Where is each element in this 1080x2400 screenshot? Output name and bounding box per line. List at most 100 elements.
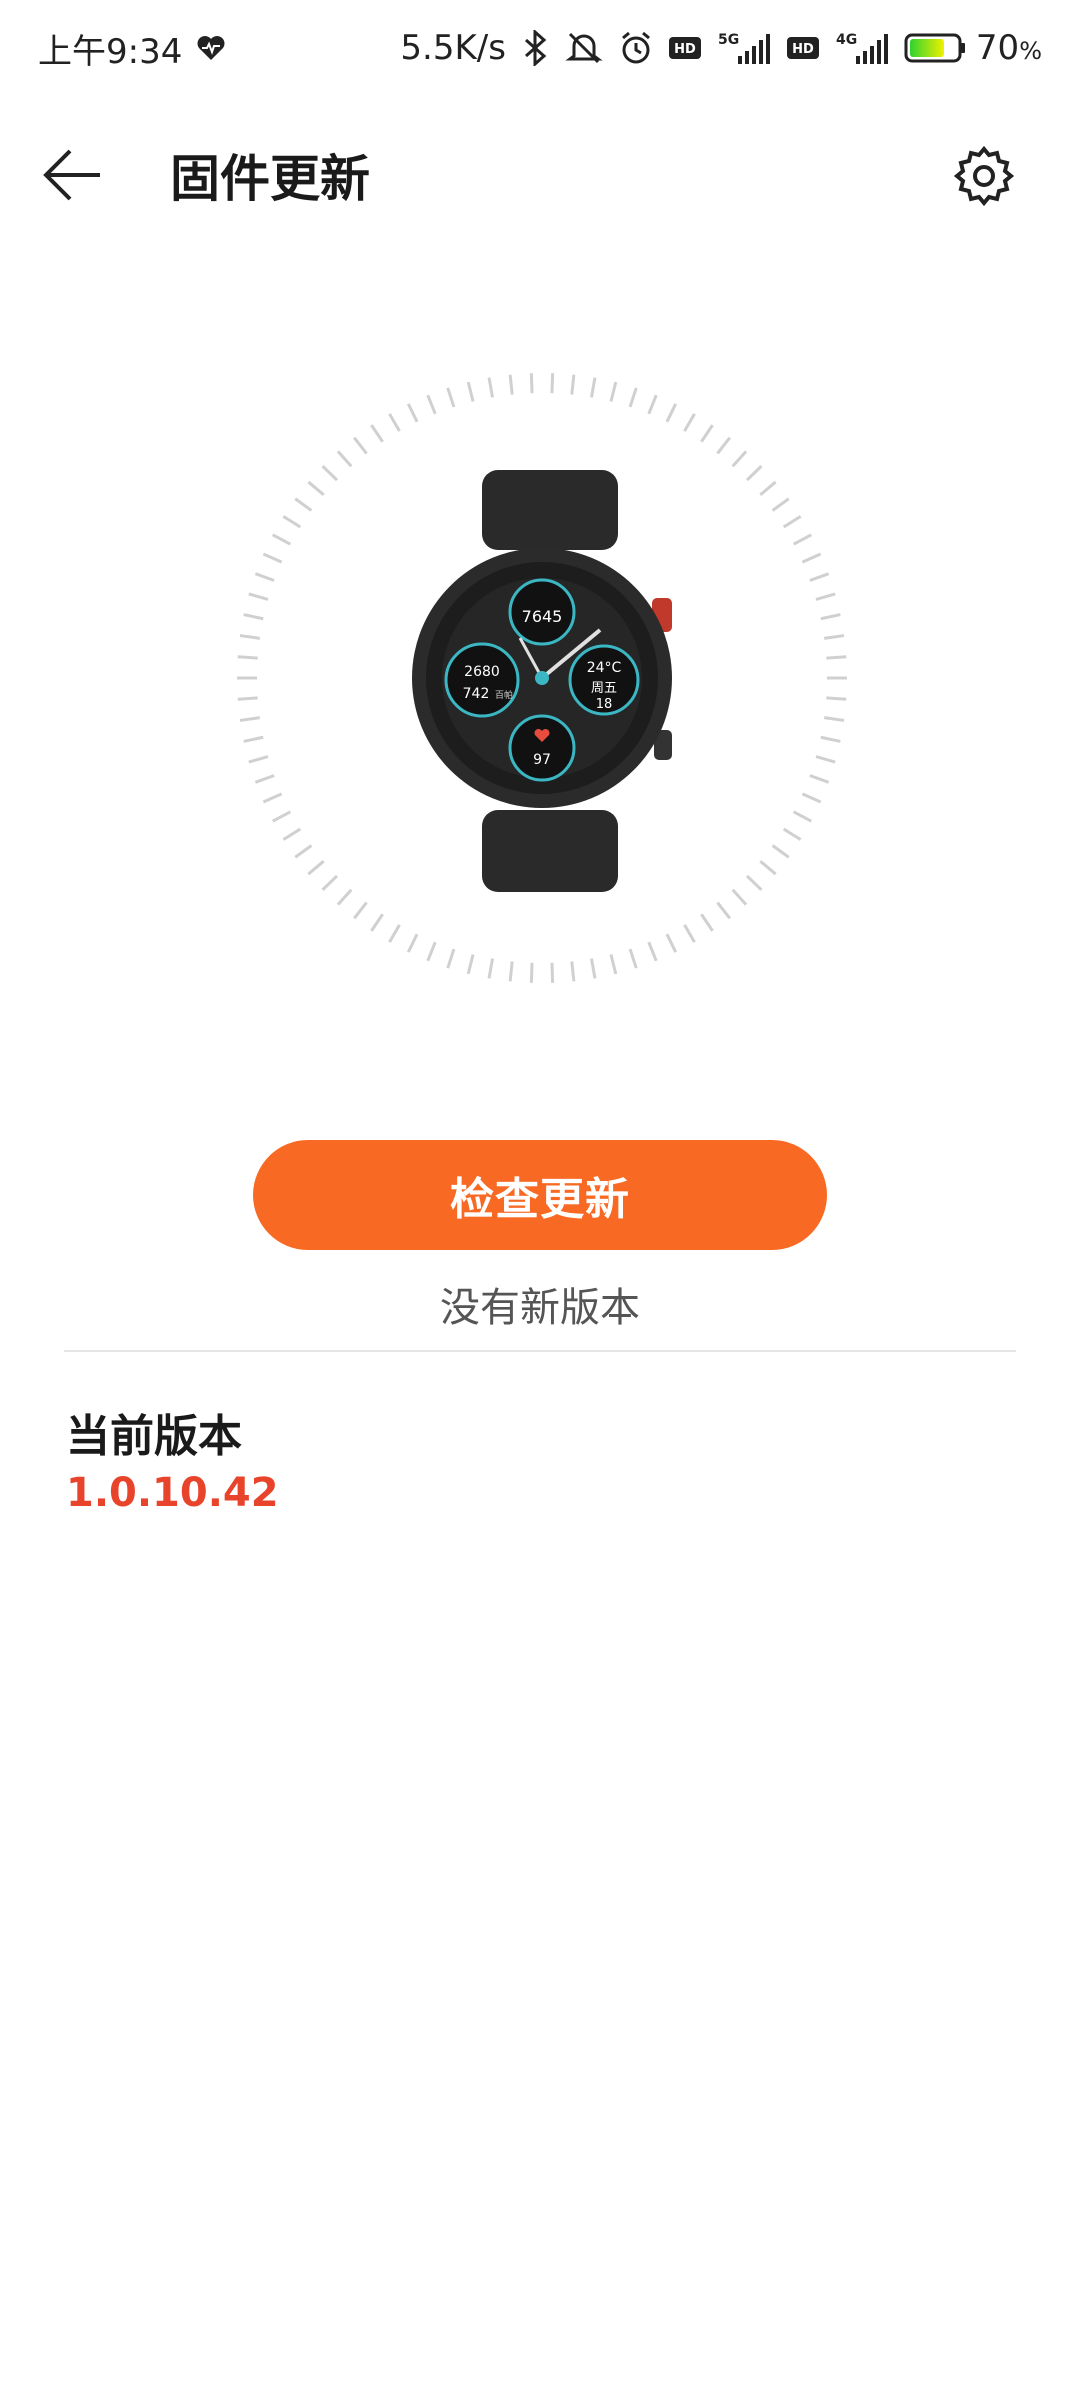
ring-tick (243, 613, 264, 621)
ring-tick (388, 413, 401, 432)
ring-tick (792, 810, 813, 823)
ring-tick (508, 961, 514, 982)
ring-tick (307, 480, 325, 496)
ring-tick (590, 377, 597, 398)
ring-tick (282, 515, 302, 529)
ring-tick (826, 655, 847, 660)
settings-button[interactable] (944, 136, 1024, 216)
watch-temperature: 24°C (587, 660, 622, 676)
battery-icon (904, 33, 965, 63)
arrow-left-icon (43, 149, 100, 201)
signal-5g-icon: 5G (716, 30, 772, 66)
current-version-value: 1.0.10.42 (66, 1470, 279, 1516)
ring-tick (466, 954, 475, 975)
watch-distance-unit: 百帕 (495, 689, 513, 701)
ring-tick (759, 480, 777, 496)
ring-tick (628, 387, 638, 408)
divider (64, 1350, 1016, 1352)
ring-tick (824, 716, 845, 722)
ring-tick (820, 735, 841, 743)
bluetooth-icon (520, 30, 550, 66)
watch-heart-rate: 97 (533, 752, 551, 768)
firmware-update-screen: 上午9:34 5.5K/s HD 5G HD 4G 70% 固件更新 7645 … (0, 0, 1080, 2400)
ring-tick (237, 696, 258, 701)
ring-tick (243, 735, 264, 743)
hd-icon: HD (668, 36, 702, 60)
ring-tick (782, 515, 802, 529)
ring-tick (294, 844, 313, 859)
ring-tick (771, 497, 790, 512)
ring-tick (321, 465, 339, 482)
back-button[interactable] (40, 120, 150, 230)
ring-tick (487, 377, 494, 398)
page-title: 固件更新 (170, 150, 370, 208)
gear-icon (953, 145, 1015, 207)
ring-tick (700, 913, 714, 932)
status-left: 上午9:34 (38, 24, 226, 73)
signal-4g-label: 4G (836, 32, 857, 48)
ring-tick (307, 860, 325, 876)
ring-tick (809, 572, 830, 582)
ring-tick (826, 696, 847, 701)
heart-rate-icon (196, 34, 226, 62)
update-status: 没有新版本 (440, 1285, 640, 1331)
watch-steps: 7645 (522, 607, 563, 626)
ring-tick (647, 941, 658, 962)
battery-unit: % (1019, 37, 1042, 65)
ring-tick (254, 774, 275, 784)
ring-tick (809, 774, 830, 784)
ring-tick (820, 613, 841, 621)
ring-tick (248, 755, 269, 764)
watch-illustration: 7645 2680 742 百帕 24°C 周五 18 97 (220, 360, 860, 1000)
ring-tick (745, 465, 763, 482)
ring-tick (248, 592, 269, 601)
ring-tick (406, 933, 419, 953)
ring-tick (731, 450, 748, 468)
ring-tick (550, 373, 555, 394)
ring-tick (745, 874, 763, 891)
ring-tick (731, 888, 748, 906)
current-version-label: 当前版本 (66, 1411, 242, 1462)
status-bar: 上午9:34 5.5K/s HD 5G HD 4G 70% (0, 0, 1080, 96)
ring-tick (801, 792, 822, 804)
watch-weekday: 周五 (591, 681, 617, 696)
ring-tick (406, 403, 419, 423)
ring-tick (237, 655, 258, 660)
hd-icon-2: HD (786, 36, 820, 60)
ring-tick (550, 962, 555, 983)
ring-tick (353, 901, 368, 920)
ring-tick (271, 533, 292, 546)
ring-tick (815, 592, 836, 601)
mute-icon (564, 30, 604, 66)
battery-value: 70 (975, 28, 1020, 68)
hd-text: HD (674, 42, 696, 57)
ring-tick (590, 958, 597, 979)
ring-tick (388, 924, 401, 943)
check-update-button[interactable]: 检查更新 (253, 1140, 827, 1250)
ring-tick (792, 533, 813, 546)
ring-tick (665, 933, 678, 953)
ring-tick (239, 634, 260, 640)
app-bar: 固件更新 (0, 120, 1080, 230)
watch-calories: 2680 (464, 664, 500, 680)
ring-tick (254, 572, 275, 582)
ring-tick (353, 436, 368, 455)
ring-tick (336, 888, 353, 906)
ring-tick (446, 948, 456, 969)
ring-tick (647, 394, 658, 415)
alarm-icon (618, 30, 654, 66)
ring-tick (262, 552, 283, 564)
ring-tick (321, 874, 339, 891)
watch-distance: 742 (463, 686, 490, 702)
status-right: 5.5K/s HD 5G HD 4G 70% (400, 28, 1042, 68)
ring-tick (487, 958, 494, 979)
ring-tick (716, 901, 731, 920)
network-speed: 5.5K/s (400, 28, 506, 68)
ring-tick (370, 424, 384, 443)
ring-tick (426, 941, 437, 962)
ring-tick (570, 961, 576, 982)
ring-tick (683, 413, 696, 432)
ring-tick (426, 394, 437, 415)
ring-tick (282, 827, 302, 841)
ring-tick (628, 948, 638, 969)
